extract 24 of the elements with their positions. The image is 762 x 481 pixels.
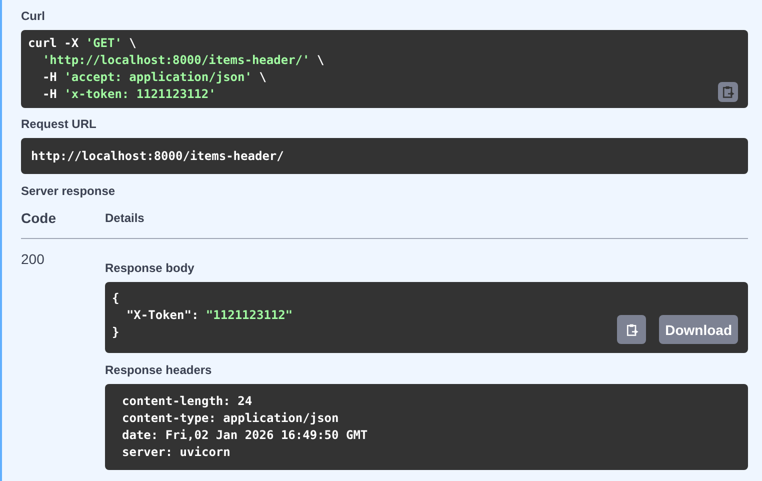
code-line: "X-Token": "1121123112" (125, 307, 293, 324)
code-line: content-type: application/json (122, 410, 339, 427)
code-line: } (112, 324, 120, 341)
column-header: Code (21, 210, 57, 226)
code-line: date: Fri,02 Jan 2026 16:49:50 GMT (122, 427, 368, 444)
section-label: Request URL (21, 117, 98, 131)
download-button[interactable]: Download (659, 315, 738, 344)
code-line: 'http://localhost:8000/items-header/' \ (42, 52, 324, 69)
copy-button[interactable] (617, 315, 646, 344)
column-header: Details (105, 211, 144, 225)
copy-icon (624, 322, 639, 336)
code-line: { (112, 290, 120, 307)
code-line: server: uvicorn (122, 444, 230, 461)
copy-icon (721, 85, 735, 99)
section-label: Response headers (105, 363, 213, 377)
code-line: -H 'accept: application/json' \ (42, 69, 266, 86)
section-label: Response body (105, 261, 196, 275)
code-line: -H 'x-token: 1121123112' (42, 86, 216, 103)
code-line: curl -X 'GET' \ (28, 35, 136, 52)
status-code: 200 (21, 251, 46, 269)
code-line: content-length: 24 (122, 393, 252, 410)
section-label: Curl (21, 9, 46, 23)
section-label: Server response (21, 184, 116, 198)
request-url: http://localhost:8000/items-header/ (21, 138, 748, 174)
